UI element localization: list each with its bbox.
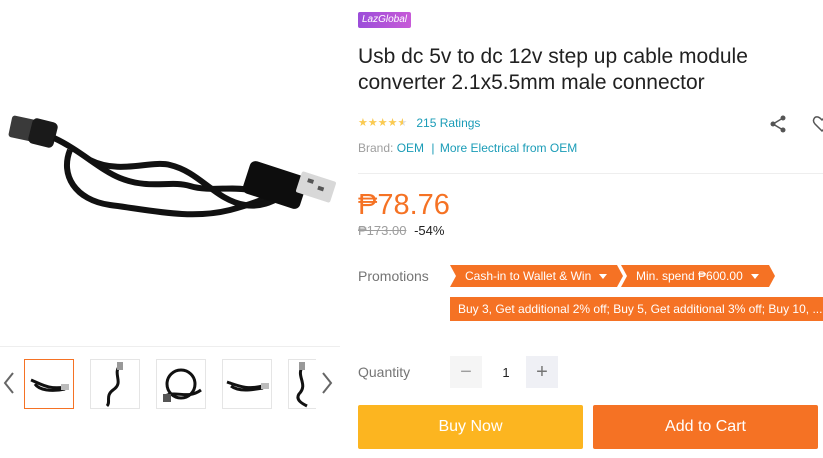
share-icon[interactable] <box>768 114 788 134</box>
product-title: Usb dc 5v to dc 12v step up cable module… <box>358 45 748 94</box>
heart-icon[interactable] <box>812 114 823 134</box>
star-icon: ★ <box>367 116 378 129</box>
quantity-decrease-button[interactable]: − <box>450 356 482 388</box>
current-price: ₱78.76 <box>358 189 450 221</box>
star-icon: ★ <box>377 116 388 129</box>
ratings-count-link[interactable]: 215 Ratings <box>416 116 480 130</box>
promotions-label: Promotions <box>358 268 429 284</box>
brand-link[interactable]: OEM <box>397 141 424 155</box>
original-price: ₱173.00 <box>358 223 407 238</box>
rating-row: ★ ★ ★ ★ ★ 215 Ratings <box>358 116 480 130</box>
promo-tag-min-spend[interactable]: Min. spend ₱600.00 <box>621 265 775 287</box>
brand-separator: | <box>431 141 435 155</box>
quantity-increase-button[interactable]: + <box>526 356 558 388</box>
quantity-label: Quantity <box>358 364 411 380</box>
thumbnail-strip <box>0 346 340 417</box>
chevron-down-icon <box>750 274 759 279</box>
divider <box>358 173 823 174</box>
thumbnail-1[interactable] <box>24 359 74 409</box>
thumbnail-4[interactable] <box>222 359 272 409</box>
chevron-left-icon[interactable] <box>2 369 16 397</box>
tag-notch-left <box>450 265 456 287</box>
product-image-cable <box>8 115 336 218</box>
quantity-input[interactable] <box>482 356 530 390</box>
promo-tag-cashin[interactable]: Cash-in to Wallet & Win <box>450 265 624 287</box>
more-from-brand-link[interactable]: More Electrical from OEM <box>440 141 577 155</box>
tag-notch-left <box>621 265 627 287</box>
buy-now-button[interactable]: Buy Now <box>358 405 583 449</box>
chevron-right-icon[interactable] <box>320 369 334 397</box>
star-icon: ★ <box>358 116 368 129</box>
thumbnail-2[interactable] <box>90 359 140 409</box>
chevron-down-icon <box>599 274 608 279</box>
brand-label: Brand: <box>358 141 394 155</box>
thumbnail-3[interactable] <box>156 359 206 409</box>
half-star-icon: ★ <box>397 116 408 129</box>
discount-percent: -54% <box>414 223 445 238</box>
add-to-cart-button[interactable]: Add to Cart <box>593 405 818 449</box>
lazglobal-badge: LazGlobal <box>358 12 412 28</box>
tag-notch-right <box>768 265 775 287</box>
promo-tag-label: Min. spend ₱600.00 <box>636 269 743 283</box>
star-icon: ★ <box>387 116 398 129</box>
original-price-row: ₱173.00 -54% <box>358 223 444 238</box>
promo-tag-label: Cash-in to Wallet & Win <box>465 269 592 283</box>
thumbnail-5[interactable] <box>288 359 316 409</box>
rating-stars: ★ ★ ★ ★ ★ <box>358 116 408 129</box>
promo-bundle-deal[interactable]: Buy 3, Get additional 2% off; Buy 5, Get… <box>450 297 823 321</box>
brand-row: Brand: OEM | More Electrical from OEM <box>358 141 577 155</box>
main-product-image[interactable] <box>0 0 340 345</box>
